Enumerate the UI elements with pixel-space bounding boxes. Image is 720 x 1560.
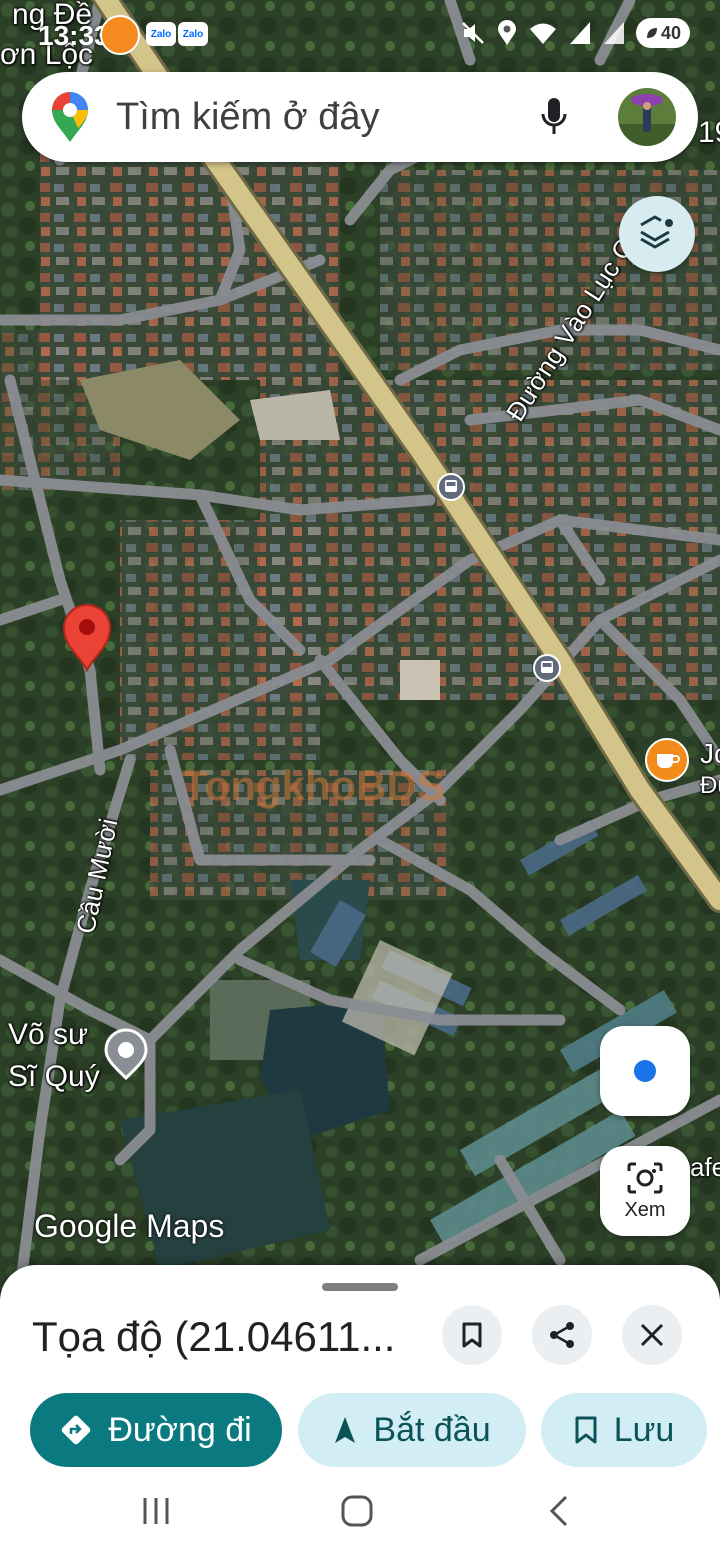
bookmark-icon (575, 1416, 597, 1444)
start-label: Bắt đầu (373, 1410, 491, 1449)
location-dot-icon (634, 1060, 656, 1082)
bookmark-icon (462, 1322, 482, 1348)
google-maps-pin-icon (52, 92, 88, 142)
back-icon[interactable] (546, 1494, 572, 1528)
battery-indicator: 40 (636, 18, 690, 48)
navigation-arrow-icon (335, 1417, 356, 1443)
bus-stop-icon[interactable] (532, 653, 562, 683)
layers-button[interactable] (619, 196, 695, 272)
directions-icon (62, 1415, 91, 1445)
search-input[interactable]: Tìm kiếm ở đây (116, 96, 380, 139)
status-time: 13:33 (38, 20, 110, 51)
drag-handle[interactable] (322, 1283, 398, 1291)
recent-apps-icon[interactable] (140, 1494, 172, 1528)
bus-stop-icon[interactable] (436, 472, 466, 502)
home-icon[interactable] (340, 1494, 374, 1528)
share-icon (550, 1322, 574, 1348)
wifi-icon (530, 23, 556, 44)
status-bar: 13:33 Zalo Zalo 40 (0, 0, 720, 68)
avatar[interactable] (618, 88, 676, 146)
microphone-icon[interactable] (540, 96, 568, 138)
location-icon (498, 20, 516, 45)
watermark: TongkhoBDS (182, 762, 445, 809)
dropped-pin-icon[interactable] (60, 600, 114, 672)
directions-label: Đường đi (108, 1410, 252, 1449)
close-button[interactable] (622, 1305, 682, 1365)
search-bar[interactable]: Tìm kiếm ở đây (22, 72, 698, 162)
bookmark-button[interactable] (442, 1305, 502, 1365)
poi-label[interactable]: Đư (700, 772, 720, 800)
start-button[interactable]: Bắt đầu (298, 1393, 526, 1467)
layers-icon (640, 215, 673, 249)
view-label: Xem (624, 1198, 666, 1221)
cafe-icon[interactable] (644, 737, 690, 783)
camera-lens-icon (627, 1162, 663, 1193)
zalo-icon: Zalo (178, 22, 208, 46)
share-button[interactable] (532, 1305, 592, 1365)
system-navigation-bar (0, 1470, 720, 1560)
leaf-icon (646, 28, 657, 38)
zalo-icon: Zalo (146, 22, 176, 46)
poi-label[interactable]: Võ sư (8, 1018, 88, 1052)
signal-icon (604, 22, 624, 44)
view-button[interactable]: Xem (600, 1146, 690, 1236)
mute-icon (462, 22, 484, 44)
place-label: 19 (698, 116, 720, 149)
coordinates-title: Tọa độ (21.04611... (32, 1313, 396, 1360)
google-maps-logo: Google Maps (34, 1208, 225, 1244)
close-icon (640, 1323, 664, 1347)
poi-label[interactable]: Sĩ Quý (8, 1060, 100, 1094)
place-marker-icon[interactable] (102, 1028, 150, 1080)
save-label: Lưu (613, 1410, 675, 1449)
signal-icon (570, 22, 590, 44)
poi-label[interactable]: afe (690, 1152, 720, 1183)
directions-button[interactable]: Đường đi (30, 1393, 282, 1467)
poi-label[interactable]: Jc (700, 738, 720, 770)
save-button[interactable]: Lưu (541, 1393, 707, 1467)
battery-level: 40 (660, 22, 682, 43)
my-location-button[interactable] (600, 1026, 690, 1116)
notification-app-icon (100, 15, 140, 55)
